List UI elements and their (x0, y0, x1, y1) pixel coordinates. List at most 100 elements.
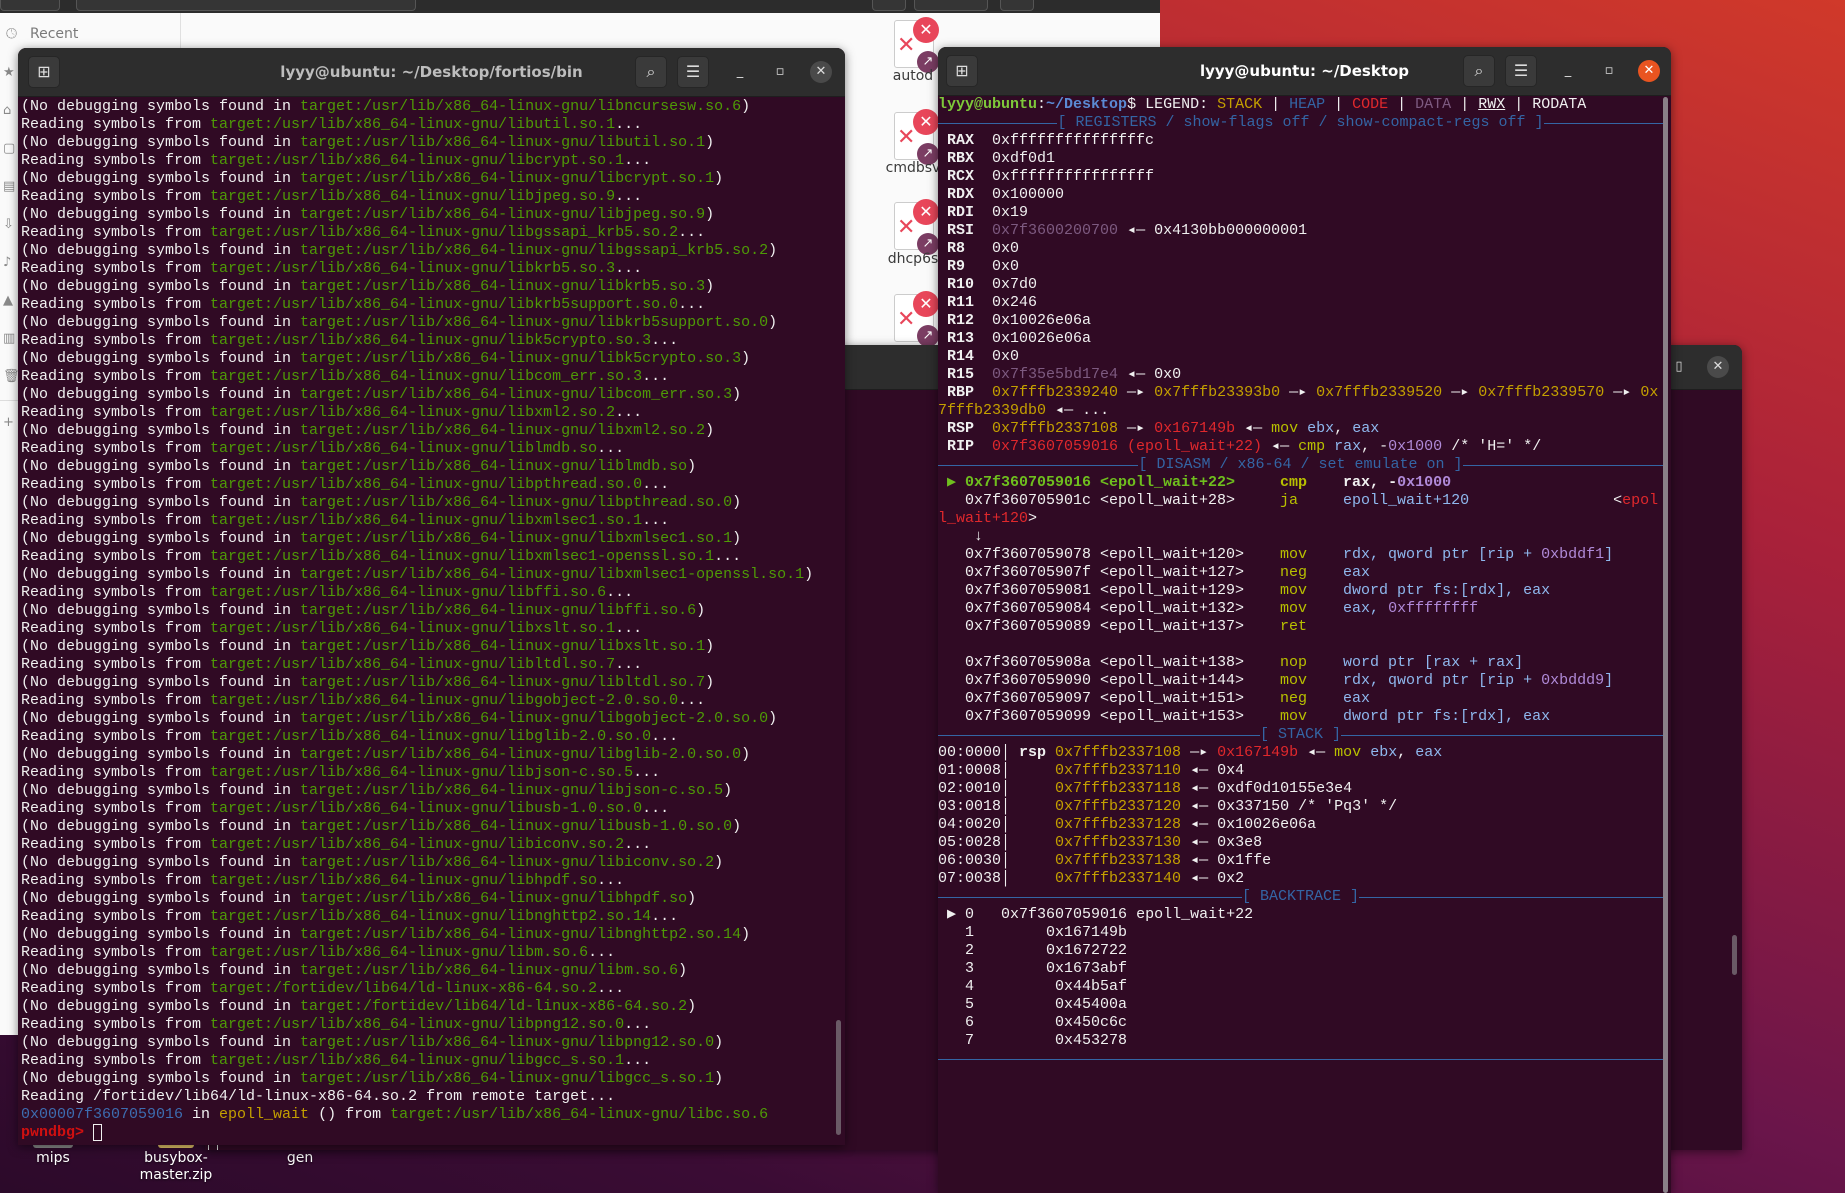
fm-search-button[interactable] (872, 0, 906, 11)
other-locations-icon: + (3, 415, 14, 430)
text-segment: 0x246 (992, 294, 1038, 311)
output-line: (No debugging symbols found in target:/u… (21, 206, 845, 224)
text-segment: —▸ (1118, 384, 1155, 401)
fm-view-button[interactable] (914, 0, 988, 11)
text-segment: ... (624, 1016, 652, 1033)
disasm-row: 0x7f360705908a <epoll_wait+138> nop word p… (938, 654, 1663, 672)
backtrace-row: 6 0x450c6c (938, 1014, 1663, 1032)
pwndbg-context-output[interactable]: lyyy@ubuntu:~/Desktop$ LEGEND: STACK | H… (938, 96, 1664, 1068)
operands: eax, 0xffffffff (1343, 600, 1478, 618)
broken-file-icon[interactable]: ✕ ✕ ↗ (894, 17, 939, 73)
text-segment: word ptr [rax + rax] (1343, 654, 1524, 671)
text-segment: ◂— (1181, 780, 1218, 797)
desktop-icon-label[interactable]: gen (245, 1150, 355, 1167)
frame-address: 0x167149b (1046, 924, 1128, 941)
text-segment: ◂— (1181, 834, 1218, 851)
stack-row: 01:0008│ 0x7fffb2337110 ◂— 0x4 (938, 762, 1663, 780)
library-path: target:/usr/lib/x86_64-linux-gnu/libutil… (300, 134, 706, 151)
maximize-icon[interactable]: ▯ (1668, 356, 1690, 378)
text-segment: ) (768, 242, 778, 259)
fm-path-bar[interactable] (76, 0, 416, 11)
text-segment (1325, 438, 1334, 455)
desktop-icon-label[interactable]: mips (0, 1150, 108, 1167)
text-segment: | (1325, 96, 1353, 113)
search-button[interactable]: ⌕ (1463, 55, 1495, 87)
scrollbar[interactable] (1663, 97, 1668, 1193)
terminal-window-right[interactable]: ⊞ lyyy@ubuntu: ~/Desktop ⌕ ☰ _ ▫ ✕ lyyy@… (938, 47, 1671, 1193)
text-segment: (No debugging symbols found in (21, 746, 301, 763)
text-segment: ] (1604, 672, 1614, 689)
close-icon[interactable]: ✕ (1707, 356, 1729, 378)
output-line: (No debugging symbols found in target:/u… (21, 638, 845, 656)
text-segment: ◂— (1181, 870, 1218, 887)
scrollbar[interactable] (836, 1020, 841, 1135)
text-segment: Reading symbols from (21, 152, 211, 169)
terminal-output[interactable]: (No debugging symbols found in target:/u… (18, 98, 845, 1142)
backtrace-row: 2 0x1672722 (938, 942, 1663, 960)
minimize-icon[interactable]: _ (729, 61, 751, 83)
text-segment: 0x00007f3607059016 (21, 1106, 184, 1123)
text-segment: | (1388, 96, 1416, 113)
stack-address: 0x7fffb2337138 (1055, 852, 1182, 869)
text-segment: lyyy@ubuntu (938, 96, 1038, 113)
search-button[interactable]: ⌕ (635, 56, 667, 88)
sidebar-item-recent[interactable]: Recent (30, 26, 78, 42)
library-path: target:/usr/lib/x86_64-linux-gnu/libkrb5… (300, 278, 706, 295)
text-segment: ◂— (1262, 438, 1299, 455)
maximize-icon[interactable]: ▫ (769, 61, 791, 83)
text-segment: eax (1343, 564, 1371, 581)
rule-line (1543, 122, 1663, 124)
broken-file-icon[interactable]: ✕ ✕ ↗ (894, 291, 939, 347)
text-segment: —▸ (1280, 384, 1317, 401)
frame-number: 7 (965, 1032, 975, 1049)
output-line: Reading symbols from target:/fortidev/li… (21, 980, 845, 998)
register-row: RBP 0x7fffb2339240 —▸ 0x7fffb23393b0 —▸ 0… (938, 384, 1663, 402)
output-line: (No debugging symbols found in target:/u… (21, 1034, 845, 1052)
text-segment: rdx, qword ptr [rip + (1343, 672, 1542, 689)
minimize-icon[interactable]: _ (1557, 60, 1579, 82)
text-segment: Reading symbols from (21, 980, 211, 997)
context-line: lyyy@ubuntu:~/Desktop$ LEGEND: STACK | H… (938, 96, 1663, 114)
text-segment: dword ptr fs:[rdx], eax (1343, 582, 1551, 599)
stack-separator: │ (1001, 852, 1020, 869)
terminal-window-left[interactable]: ⊞ lyyy@ubuntu: ~/Desktop/fortios/bin ⌕ ☰… (18, 48, 845, 1145)
stack-row: 02:0010│ 0x7fffb2337118 ◂— 0xdf0d10155e3… (938, 780, 1663, 798)
library-path: target:/usr/lib/x86_64-linux-gnu/libm.so… (300, 962, 679, 979)
rule-line (1462, 464, 1663, 466)
scrollbar[interactable] (1732, 935, 1737, 975)
stack-separator: │ (1001, 762, 1020, 779)
menu-button[interactable]: ☰ (677, 56, 709, 88)
menu-button[interactable]: ☰ (1505, 55, 1537, 87)
maximize-icon[interactable]: ▫ (1598, 60, 1620, 82)
text-segment: ) (705, 422, 715, 439)
text-segment: ... (615, 260, 643, 277)
text-segment: 0x10026e06a (1217, 816, 1317, 833)
terminal-cursor[interactable] (93, 1124, 103, 1141)
mnemonic: mov (1280, 672, 1308, 689)
close-icon[interactable]: ✕ (810, 61, 832, 83)
instruction-address: 0x7f3607059099 <epoll_wait+153> (965, 708, 1245, 725)
frame-number: 0 (965, 906, 975, 923)
clock-icon: 🕓︎ (6, 26, 18, 42)
instruction-address: 0x7f3607059078 <epoll_wait+120> (965, 546, 1245, 563)
operands: eax (1343, 690, 1370, 708)
text-segment: ) (714, 170, 724, 187)
text-segment: ) (732, 818, 742, 835)
text-segment: (No debugging symbols found in (21, 530, 301, 547)
register-row: RSP 0x7fffb2337108 —▸ 0x167149b ◂— mov eb… (938, 420, 1663, 438)
library-path: target:/usr/lib/x86_64-linux-gnu/libffi.… (300, 602, 697, 619)
disasm-row: 0x7f360705901c <epoll_wait+28> ja epoll_wa… (938, 492, 1663, 510)
stack-offset: 00:0000 (938, 744, 1002, 761)
broken-file-icon[interactable]: ✕ ✕ ↗ (894, 199, 939, 255)
text-segment: ... (615, 656, 643, 673)
broken-file-icon[interactable]: ✕ ✕ ↗ (894, 109, 939, 165)
text-segment: Reading symbols from (21, 620, 211, 637)
text-segment: ) (723, 782, 733, 799)
fm-menu-button[interactable] (1000, 0, 1034, 11)
library-path: target:/usr/lib/x86_64-linux-gnu/libgobj… (210, 692, 679, 709)
section-title: [ BACKTRACE ] (1241, 888, 1360, 905)
desktop-icon-label[interactable]: busybox- master.zip (121, 1150, 231, 1184)
fm-nav-button[interactable] (0, 0, 60, 11)
text-segment: /* 'H=' */ (1442, 438, 1542, 455)
close-icon[interactable]: ✕ (1638, 60, 1660, 82)
